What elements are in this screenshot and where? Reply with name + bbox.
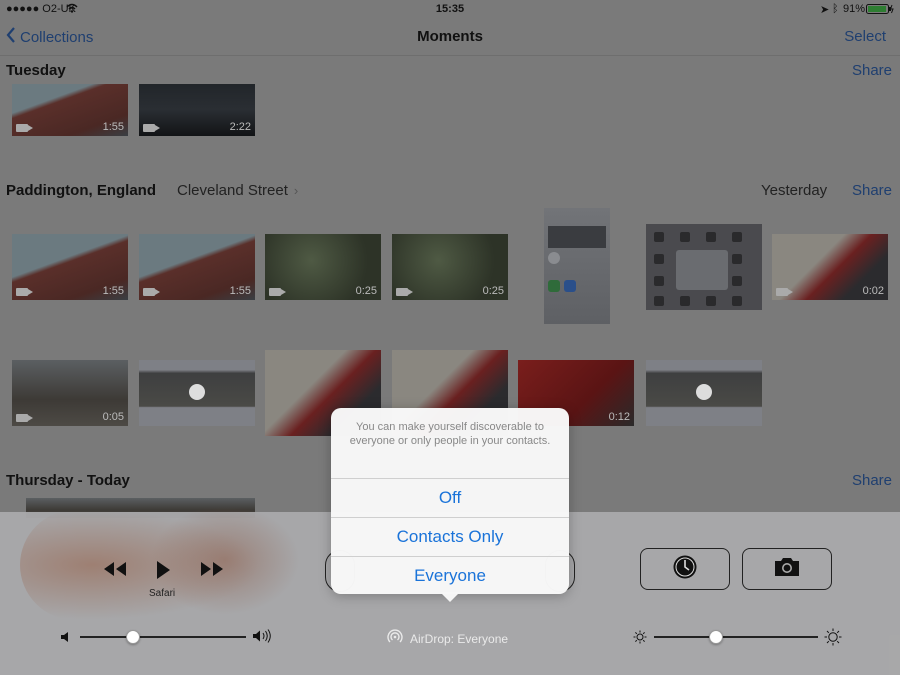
video-duration: 0:25 <box>482 285 504 297</box>
video-duration: 0:25 <box>355 285 377 297</box>
video-camera-icon <box>269 288 286 296</box>
video-duration: 0:05 <box>102 411 124 423</box>
chevron-right-icon: › <box>293 183 299 198</box>
video-duration: 2:22 <box>229 121 251 133</box>
video-camera-icon <box>16 288 33 296</box>
volume-icon <box>252 629 272 648</box>
video-thumbnail[interactable]: 0:05 <box>12 360 128 426</box>
section-title-today: Thursday - Today <box>6 472 130 489</box>
sheet-message: You can make yourself discoverable to ev… <box>349 421 551 447</box>
video-duration: 1:55 <box>229 285 251 297</box>
share-button-tuesday-front[interactable]: Share <box>852 62 892 79</box>
video-camera-icon <box>16 124 33 132</box>
brightness-slider[interactable] <box>654 630 818 644</box>
share-button-location[interactable]: Share <box>852 182 892 199</box>
brightness-knob[interactable] <box>709 630 724 644</box>
volume-low-icon <box>60 630 70 648</box>
video-thumbnail[interactable]: 0:25 <box>265 234 381 300</box>
video-duration: 1:55 <box>102 121 124 133</box>
location-subtitle-link[interactable]: Cleveland Street › <box>177 182 298 199</box>
share-button-today[interactable]: Share <box>852 472 892 489</box>
fast-forward-icon <box>199 562 225 582</box>
now-playing-app: Safari <box>149 588 176 599</box>
airdrop-icon <box>386 628 404 649</box>
rewind-button[interactable] <box>102 560 128 583</box>
section-title-location: Paddington, England <box>6 182 156 199</box>
rewind-icon <box>102 562 128 582</box>
screenshot-thumbnail[interactable] <box>139 360 255 426</box>
video-duration: 0:02 <box>862 285 884 297</box>
volume-slider[interactable] <box>80 630 246 644</box>
video-thumbnail[interactable]: 0:02 <box>772 234 888 300</box>
airdrop-option-off[interactable]: Off <box>331 478 569 517</box>
airdrop-option-contacts-only[interactable]: Contacts Only <box>331 517 569 556</box>
status-bar: ●●●●● O2-UK 15:35 ➤ ᛒ 91% <box>0 0 900 18</box>
play-icon <box>155 561 171 584</box>
video-camera-icon <box>396 288 413 296</box>
clock: 15:35 <box>435 3 465 15</box>
video-duration: 0:12 <box>608 411 630 423</box>
video-thumbnail[interactable]: 1:55 <box>139 234 255 300</box>
select-button[interactable]: Select <box>844 28 886 45</box>
volume-knob[interactable] <box>126 630 141 644</box>
sun-icon <box>824 628 842 651</box>
video-camera-icon <box>776 288 793 296</box>
battery-icon <box>866 4 894 17</box>
section-title-tuesday-front: Tuesday <box>6 62 66 79</box>
nav-bar: Collections Moments Select <box>0 18 900 56</box>
sheet-arrow <box>440 592 460 602</box>
timer-icon <box>672 554 698 585</box>
timer-button[interactable] <box>640 548 730 590</box>
section-date: Yesterday <box>761 182 828 199</box>
camera-button[interactable] <box>742 548 832 590</box>
video-duration: 1:55 <box>102 285 124 297</box>
location-icon: ➤ <box>820 4 830 16</box>
screenshot-thumbnail[interactable] <box>646 224 762 310</box>
airdrop-action-sheet: You can make yourself discoverable to ev… <box>331 408 569 594</box>
volume-track <box>80 636 246 638</box>
video-camera-icon <box>16 414 33 422</box>
airdrop-option-everyone[interactable]: Everyone <box>331 556 569 595</box>
brightness-track <box>654 636 818 638</box>
bluetooth-icon: ᛒ <box>832 3 839 15</box>
video-camera-icon <box>143 288 160 296</box>
section-header-bg <box>0 57 900 84</box>
location-subtitle: Cleveland Street <box>177 182 288 199</box>
video-thumbnail[interactable]: 0:25 <box>392 234 508 300</box>
airdrop-label: AirDrop: Everyone <box>410 631 509 646</box>
screenshot-thumbnail[interactable] <box>646 360 762 426</box>
screenshot-thumbnail[interactable] <box>544 208 610 324</box>
video-thumbnail[interactable]: 1:55 <box>12 234 128 300</box>
airdrop-status[interactable]: AirDrop: Everyone <box>386 628 508 649</box>
battery-percent: 91% <box>843 3 866 15</box>
play-button[interactable] <box>155 560 171 585</box>
video-camera-icon <box>143 124 160 132</box>
fast-forward-button[interactable] <box>199 560 225 583</box>
sun-low-icon <box>633 630 647 649</box>
page-title: Moments <box>417 28 483 45</box>
camera-icon <box>773 556 801 583</box>
